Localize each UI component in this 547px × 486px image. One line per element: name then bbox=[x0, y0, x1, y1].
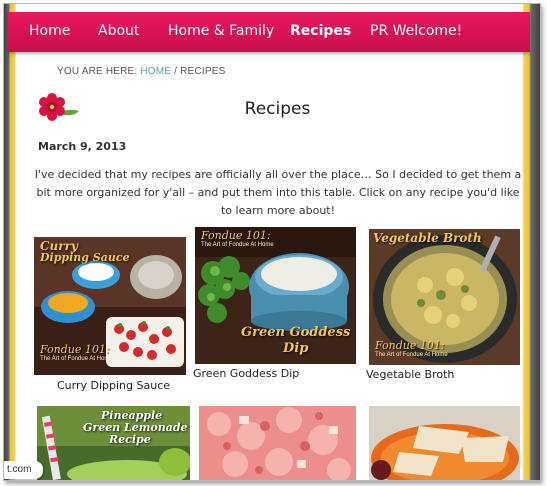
breadcrumb-current: RECIPES bbox=[180, 66, 226, 77]
intro-text: I've decided that my recipes are officia… bbox=[34, 168, 522, 217]
thumb-subtitle: The Art of Fondue At Home bbox=[201, 242, 274, 248]
thumb-title: Vegetable Broth bbox=[373, 231, 482, 245]
thumb-brand: Fondue 101: bbox=[201, 229, 271, 242]
left-border bbox=[4, 4, 17, 480]
screenshot-frame: Home About Home & Family Recipes PR Welc… bbox=[3, 3, 541, 481]
vegetable-broth-caption[interactable]: Vegetable Broth bbox=[366, 368, 454, 381]
main-navigation: Home About Home & Family Recipes PR Welc… bbox=[8, 12, 530, 52]
recipe-5-thumbnail[interactable] bbox=[199, 406, 356, 480]
url-fragment: t.com bbox=[4, 461, 43, 479]
thumb-title-line2: Dip bbox=[283, 341, 309, 356]
pineapple-green-lemonade-thumbnail[interactable]: Pineapple Green Lemonade Recipe bbox=[37, 406, 190, 480]
nav-about[interactable]: About bbox=[98, 23, 139, 39]
thumb-brand: Fondue 101: bbox=[375, 339, 445, 352]
thumb-title-line1: Green Goddess bbox=[241, 325, 351, 340]
thumb-subtitle: The Art of Fondue At Home bbox=[40, 356, 113, 362]
nav-pr-welcome[interactable]: PR Welcome! bbox=[370, 23, 462, 39]
recipe-5-image bbox=[199, 406, 356, 480]
thumb-subtitle: The Art of Fondue At Home bbox=[375, 352, 448, 358]
thumb-title-line2: Dipping Sauce bbox=[40, 251, 130, 264]
page-title: Recipes bbox=[244, 99, 311, 119]
right-border bbox=[522, 4, 540, 480]
breadcrumb-home-link[interactable]: HOME bbox=[140, 66, 171, 77]
nav-home-family[interactable]: Home & Family bbox=[168, 23, 274, 39]
nav-home[interactable]: Home bbox=[29, 23, 70, 39]
curry-dipping-sauce-thumbnail[interactable]: Curry Dipping Sauce Fondue 101: The Art … bbox=[34, 237, 186, 375]
breadcrumb-prefix: YOU ARE HERE: bbox=[57, 66, 138, 77]
recipe-6-image bbox=[369, 406, 520, 480]
recipe-6-thumbnail[interactable] bbox=[369, 406, 520, 480]
thumb-brand: Fondue 101: bbox=[40, 343, 110, 356]
breadcrumb: YOU ARE HERE: HOME / RECIPES bbox=[57, 66, 225, 77]
nav-recipes[interactable]: Recipes bbox=[290, 23, 351, 39]
thumb-title-line3: Recipe bbox=[109, 433, 151, 446]
vegetable-broth-thumbnail[interactable]: Vegetable Broth Fondue 101: The Art of F… bbox=[369, 229, 520, 365]
curry-dipping-sauce-caption[interactable]: Curry Dipping Sauce bbox=[57, 379, 170, 392]
green-goddess-dip-thumbnail[interactable]: Fondue 101: The Art of Fondue At Home Gr… bbox=[195, 227, 356, 364]
green-goddess-dip-caption[interactable]: Green Goddess Dip bbox=[193, 367, 299, 380]
post-date: March 9, 2013 bbox=[38, 140, 127, 153]
breadcrumb-separator: / bbox=[171, 66, 181, 77]
